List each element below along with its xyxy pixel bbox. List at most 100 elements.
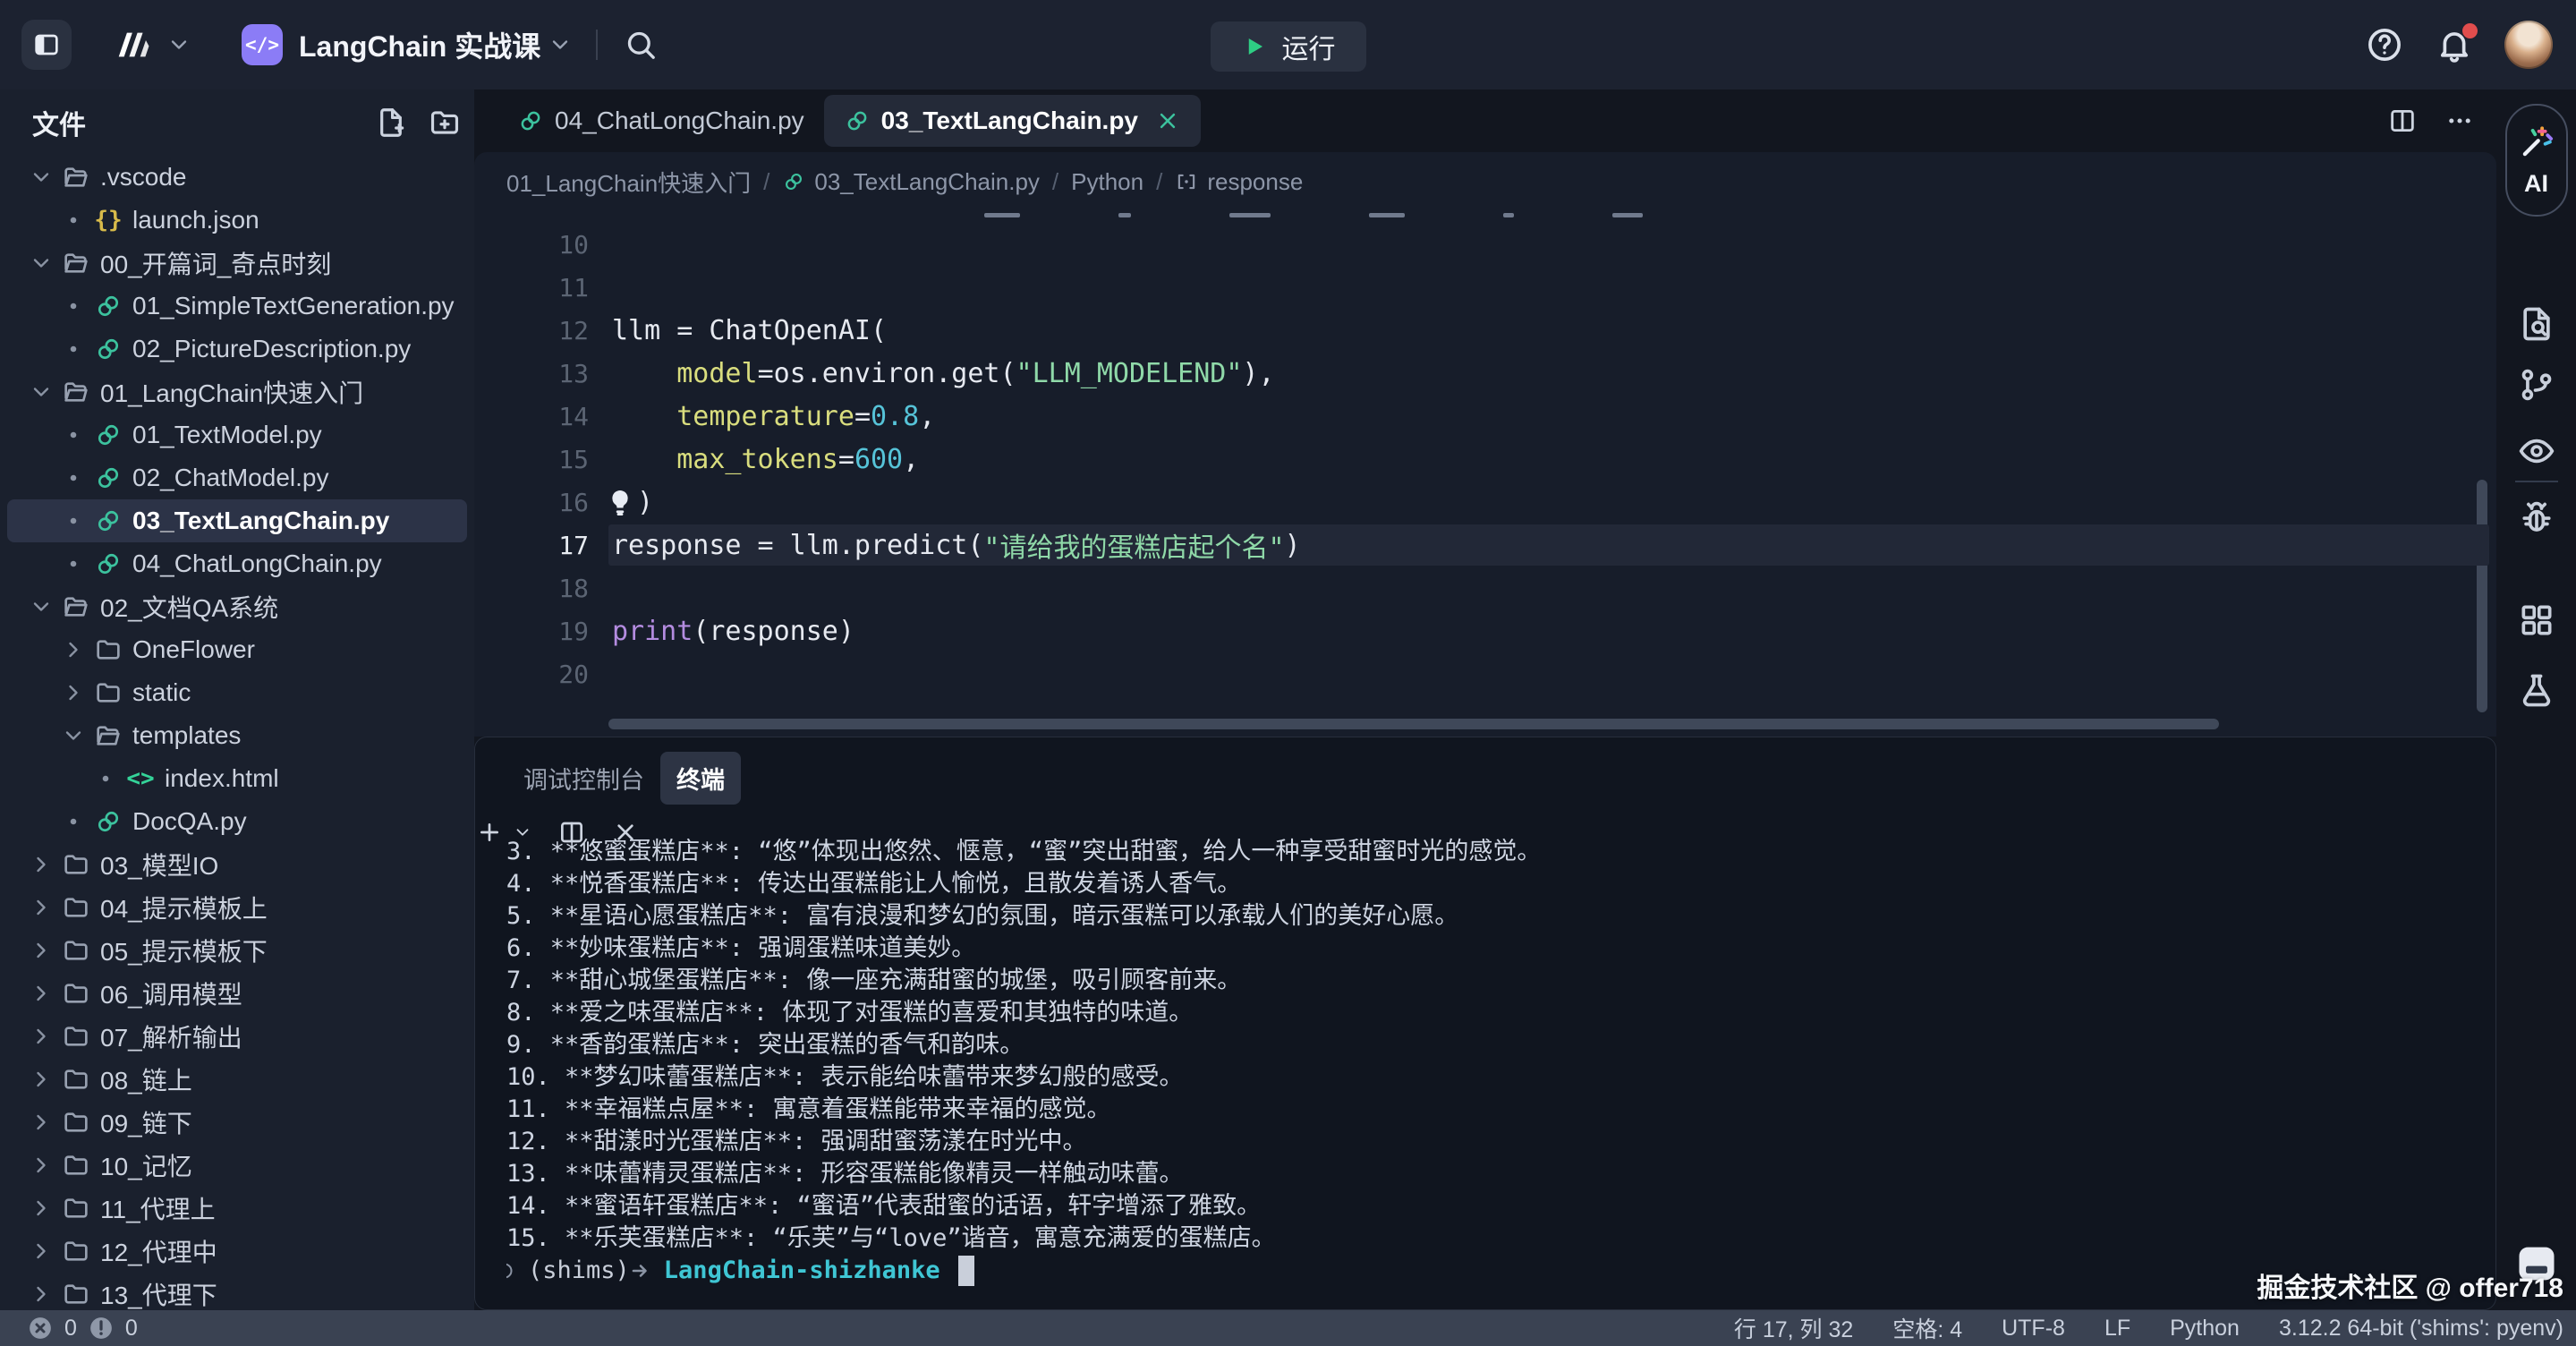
split-editor-icon[interactable] — [2387, 106, 2418, 136]
terminal-line: 13. **味蕾精灵蛋糕店**: 形容蛋糕能像精灵一样触动味蕾。 — [506, 1158, 2478, 1190]
ai-assistant-button[interactable]: AI — [2505, 104, 2568, 217]
warnings-icon[interactable] — [88, 1315, 115, 1342]
tree-item[interactable]: 02_文档QA系统 — [7, 585, 467, 628]
tree-item[interactable]: 03_模型IO — [7, 843, 467, 886]
terminal-output[interactable]: 3. **悠蜜蛋糕店**: “悠”体现出悠然、惬意，“蜜”突出甜蜜，给人一种享受… — [506, 818, 2478, 1306]
tree-item[interactable]: 00_开篇词_奇点时刻 — [7, 242, 467, 285]
tree-item[interactable]: static — [7, 671, 467, 714]
panel-tab[interactable]: 调试控制台 — [507, 752, 660, 805]
dot-icon — [57, 336, 89, 362]
tree-item[interactable]: 02_PictureDescription.py — [7, 328, 467, 371]
tree-item[interactable]: 13_代理下 — [7, 1273, 467, 1310]
errors-count[interactable]: 0 — [64, 1316, 77, 1342]
new-file-icon[interactable] — [374, 106, 408, 140]
tree-item[interactable]: 05_提示模板下 — [7, 929, 467, 972]
chevron-right-icon — [25, 894, 57, 921]
chevron-right-icon — [25, 1281, 57, 1308]
breadcrumb-item[interactable]: response — [1175, 168, 1303, 196]
tab-label: 03_TextLangChain.py — [881, 106, 1138, 135]
language-mode[interactable]: Python — [2170, 1316, 2240, 1342]
tree-item[interactable]: 02_ChatModel.py — [7, 456, 467, 499]
debug-button[interactable] — [2517, 499, 2556, 543]
chevron-down-icon[interactable] — [166, 32, 191, 57]
panel-tab[interactable]: 终端 — [660, 752, 741, 805]
horizontal-scrollbar[interactable] — [608, 719, 2219, 729]
chevron-right-icon — [25, 1066, 57, 1093]
folder-open-icon — [57, 248, 95, 278]
cursor-position[interactable]: 行 17, 列 32 — [1734, 1312, 1853, 1344]
terminal-line: 15. **乐芙蛋糕店**: “乐芙”与“love”谐音，寓意充满爱的蛋糕店。 — [506, 1222, 2478, 1255]
search-icon[interactable] — [623, 27, 659, 63]
marscode-logo-icon[interactable] — [107, 24, 159, 65]
tree-item-label: DocQA.py — [132, 807, 247, 836]
chevron-down-icon — [57, 722, 89, 749]
breadcrumb-item[interactable]: Python — [1071, 168, 1143, 196]
folder-icon — [57, 1064, 95, 1095]
run-button[interactable]: 运行 — [1211, 21, 1366, 72]
avatar[interactable] — [2504, 21, 2553, 69]
tree-item[interactable]: 10_记忆 — [7, 1144, 467, 1187]
terminal-prompt[interactable]: (shims)LangChain-shizhanke — [506, 1255, 2478, 1287]
tree-item[interactable]: 11_代理上 — [7, 1187, 467, 1230]
new-terminal-icon[interactable] — [475, 818, 504, 847]
code-line: 17response = llm.predict("请给我的蛋糕店起个名") — [474, 524, 2496, 567]
line-number: 11 — [474, 273, 589, 302]
tree-item[interactable]: templates — [7, 714, 467, 757]
tree-item[interactable]: {}launch.json — [7, 199, 467, 242]
tree-item[interactable]: 01_TextModel.py — [7, 413, 467, 456]
tree-item[interactable]: OneFlower — [7, 628, 467, 671]
preview-button[interactable] — [2517, 431, 2556, 475]
tree-item[interactable]: DocQA.py — [7, 800, 467, 843]
source-control-button[interactable] — [2517, 365, 2556, 409]
sidebar-toggle-button[interactable] — [21, 20, 72, 70]
breadcrumb-item[interactable]: 01_LangChain快速入门 — [506, 166, 751, 199]
notifications-bell-icon[interactable] — [2435, 25, 2474, 64]
chevron-down-icon — [25, 379, 57, 405]
tree-item[interactable]: 04_ChatLongChain.py — [7, 542, 467, 585]
tree-item[interactable]: 01_LangChain快速入门 — [7, 371, 467, 413]
terminal-line: 3. **悠蜜蛋糕店**: “悠”体现出悠然、惬意，“蜜”突出甜蜜，给人一种享受… — [506, 836, 2478, 868]
tree-item-label: 01_TextModel.py — [132, 421, 322, 449]
tree-item[interactable]: 09_链下 — [7, 1101, 467, 1144]
chevron-down-icon[interactable] — [548, 32, 573, 57]
notification-dot — [2462, 23, 2478, 38]
tree-item[interactable]: 07_解析输出 — [7, 1015, 467, 1058]
breadcrumb: 01_LangChain快速入门/03_TextLangChain.py/Pyt… — [474, 152, 2496, 211]
langchain-file-icon — [89, 506, 127, 536]
experiments-button[interactable] — [2517, 671, 2556, 715]
eol[interactable]: LF — [2104, 1316, 2130, 1342]
editor-tab[interactable]: 04_ChatLongChain.py — [497, 95, 824, 147]
project-title[interactable]: LangChain 实战课 — [299, 24, 540, 65]
breadcrumb-item[interactable]: 03_TextLangChain.py — [782, 168, 1040, 196]
encoding[interactable]: UTF-8 — [2002, 1316, 2065, 1342]
tree-item[interactable]: 01_SimpleTextGeneration.py — [7, 285, 467, 328]
line-number: 20 — [474, 660, 589, 689]
editor-tab[interactable]: 03_TextLangChain.py — [824, 95, 1201, 147]
tree-item[interactable]: 06_调用模型 — [7, 972, 467, 1015]
extensions-button[interactable] — [2517, 601, 2556, 644]
tree-item-label: static — [132, 678, 191, 707]
line-number: 14 — [474, 402, 589, 431]
close-icon[interactable] — [1154, 107, 1181, 134]
tree-item[interactable]: .vscode — [7, 156, 467, 199]
more-actions-icon[interactable] — [2444, 106, 2475, 136]
code-editor[interactable]: 101112llm = ChatOpenAI(13 model=os.envir… — [474, 211, 2496, 737]
play-icon — [1241, 33, 1268, 60]
tree-item[interactable]: 12_代理中 — [7, 1230, 467, 1273]
warnings-count[interactable]: 0 — [125, 1316, 138, 1342]
file-search-button[interactable] — [2517, 304, 2556, 348]
vertical-scrollbar[interactable] — [2477, 480, 2487, 712]
code-line: 19print(response) — [474, 609, 2496, 652]
indentation[interactable]: 空格: 4 — [1892, 1312, 1962, 1344]
interpreter[interactable]: 3.12.2 64-bit ('shims': pyenv) — [2279, 1316, 2563, 1342]
tree-item[interactable]: 03_TextLangChain.py — [7, 499, 467, 542]
help-icon[interactable] — [2365, 25, 2404, 64]
tree-item[interactable]: 08_链上 — [7, 1058, 467, 1101]
tree-item[interactable]: <>index.html — [7, 757, 467, 800]
new-folder-icon[interactable] — [428, 106, 462, 140]
errors-icon[interactable] — [27, 1315, 54, 1342]
tree-item[interactable]: 04_提示模板上 — [7, 886, 467, 929]
folder-icon — [57, 1150, 95, 1180]
dot-icon — [57, 507, 89, 534]
langchain-file-icon — [844, 107, 871, 134]
